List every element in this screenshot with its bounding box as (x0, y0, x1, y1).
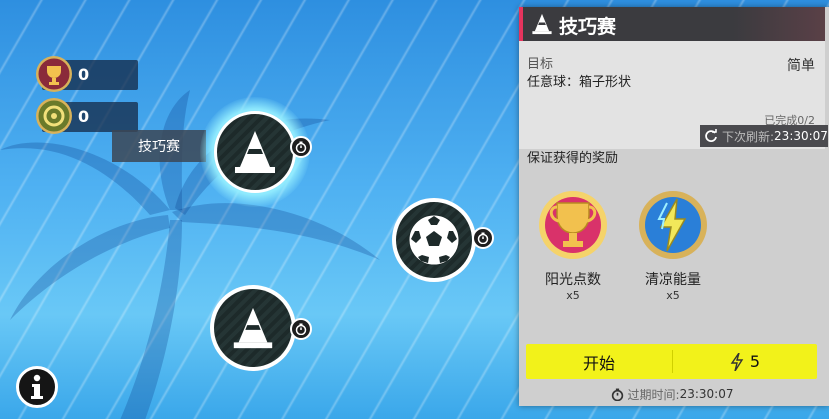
stopwatch-icon (290, 136, 312, 158)
reward-quantity: x5 (566, 289, 580, 302)
expire-label: 过期时间: (627, 387, 680, 402)
panel-header: 技巧赛 (519, 7, 825, 41)
selected-node-label[interactable]: 技巧赛 (112, 130, 206, 162)
expire-time: 23:30:07 (679, 387, 734, 401)
refresh-icon (705, 129, 717, 142)
skill-challenge-node[interactable] (210, 285, 296, 371)
info-button[interactable] (16, 366, 58, 408)
cool-energy-icon (639, 191, 707, 259)
node-badge (214, 289, 292, 367)
goal-text: 任意球：箱子形状 (527, 75, 632, 90)
start-label: 开始 (582, 353, 615, 373)
target-coin-icon (36, 98, 72, 134)
reward-item[interactable]: 清凉能量 x5 (633, 189, 713, 302)
refresh-label: 下次刷新: (722, 129, 775, 144)
reward-quantity: x5 (666, 289, 680, 302)
stopwatch-icon (611, 388, 623, 401)
start-button[interactable]: 开始 5 (526, 344, 817, 379)
stopwatch-icon (290, 318, 312, 340)
panel-title: 技巧赛 (559, 16, 617, 38)
reward-name: 阳光点数 (545, 272, 601, 288)
cone-icon (532, 13, 552, 35)
stopwatch-icon (472, 227, 494, 249)
expire-timer: 过期时间: 23:30:07 (519, 385, 825, 403)
goal-label: 目标 (527, 57, 554, 72)
energy-cost: 5 (673, 344, 817, 379)
trophy-coin-icon (36, 56, 72, 92)
difficulty-label: 简单 (787, 58, 815, 74)
energy-bolt-icon (730, 352, 744, 371)
node-badge (214, 111, 296, 193)
trophy-currency-counter: 0 (36, 56, 138, 92)
target-currency-counter: 0 (36, 98, 138, 134)
sunshine-points-icon (539, 191, 607, 259)
event-detail-panel: 技巧赛 目标 简单 任意球：箱子形状 已完成0/2 下次刷新: 23:30:07… (519, 7, 829, 406)
cone-icon (235, 131, 275, 173)
match-node[interactable] (392, 198, 476, 282)
header-accent (519, 7, 523, 41)
cone-icon (233, 307, 273, 349)
reward-item[interactable]: 阳光点数 x5 (533, 189, 613, 302)
refresh-timer: 下次刷新: 23:30:07 (700, 125, 828, 147)
info-icon (31, 374, 43, 399)
refresh-time: 23:30:07 (774, 129, 828, 143)
soccer-ball-icon (408, 214, 460, 266)
energy-cost-value: 5 (749, 352, 761, 371)
target-currency-value: 0 (78, 107, 90, 126)
reward-name: 清凉能量 (645, 272, 701, 288)
trophy-currency-value: 0 (78, 65, 90, 84)
node-badge (396, 202, 472, 278)
reward-section-title: 保证获得的奖励 (527, 151, 619, 166)
